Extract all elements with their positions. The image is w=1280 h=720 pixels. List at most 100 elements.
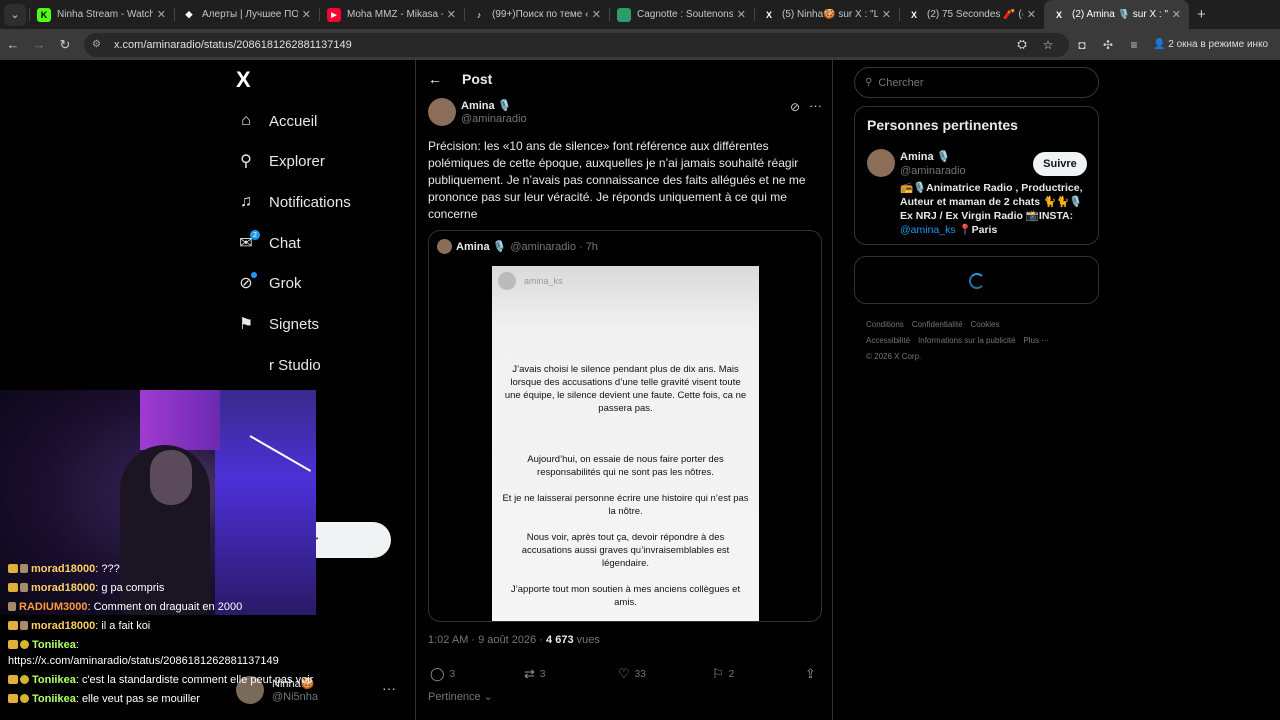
incognito-icon: 👤 [1153,39,1169,50]
quoted-image[interactable]: amina_ks J’avais choisi le silence penda… [492,266,759,621]
close-tab-icon[interactable]: ✕ [447,8,456,21]
reply-button[interactable]: ◯ 3 [430,666,455,682]
search-input[interactable]: ⚲ Chercher [854,67,1099,98]
quoted-author-name: Amina 🎙️ [456,241,507,253]
more-icon[interactable]: ··· [809,98,822,113]
footer-link[interactable]: Informations sur la publicité [918,336,1015,345]
sidebar-item-studio[interactable]: r Studio [236,348,321,382]
footer-links: Conditions Confidentialité Cookies Accessi… [866,317,1096,365]
bell-icon: ♫ [240,193,252,210]
gift-badge-icon [20,621,28,630]
sidebar-item-explorer[interactable]: ⚲ Explorer [236,144,325,178]
like-button[interactable]: ♡ 33 [618,666,646,682]
sidebar-item-notifications[interactable]: ♫ Notifications [236,185,351,219]
right-sidebar: ⚲ Chercher Personnes pertinentes Amina 🎙️… [854,60,1100,720]
bookmark-icon: ⚐ [712,666,724,681]
coin-badge-icon [20,640,29,649]
share-button[interactable]: ⇪ [805,666,821,682]
grok-icon[interactable]: ⊘ [790,100,800,114]
person-bio: 📻🎙️Animatrice Radio , Productrice, Auteu… [900,182,1083,236]
browser-tab-bar: ⌄ KNinha Stream - Watch Liv✕ ◆Алерты | Л… [0,0,1280,29]
search-icon: ⚲ [240,153,252,170]
footer-link[interactable]: Plus ··· [1023,336,1049,345]
person-handle[interactable]: @aminaradio [900,165,966,177]
replies-sort-dropdown[interactable]: Pertinence ⌄ [428,690,493,703]
post-text: Précision: les «10 ans de silence» font … [428,139,806,221]
author-name[interactable]: Amina 🎙️ [461,99,511,112]
sidebar-item-chat[interactable]: ✉ 2 Chat [236,226,301,260]
alerts-icon: ◆ [185,9,193,19]
sub-badge-icon [8,675,18,684]
browser-tab[interactable]: X(2) 75 Secondes 🧨 (@75✕ [899,0,1044,29]
gift-badge-icon [8,602,16,611]
follow-button[interactable]: Suivre [1033,152,1087,176]
chat-message-link[interactable]: https://x.com/aminaradio/status/20861812… [8,655,279,667]
post-meta: 1:02 AM · 9 août 2026 · 4 673 vues [428,634,600,646]
bio-link[interactable]: @amina_ks [900,224,956,236]
close-tab-icon[interactable]: ✕ [737,8,746,21]
tab-search-button[interactable]: ⌄ [4,3,26,26]
footer-link[interactable]: Accessibilité [866,336,910,345]
browser-tab[interactable]: Cagnotte : Soutenons not✕ [609,0,754,29]
new-tab-button[interactable]: + [1197,6,1206,23]
close-tab-icon[interactable]: ✕ [592,8,601,21]
chat-message: RADIUM3000: Comment on draguait en 2000 [8,601,242,613]
bookmark-button[interactable]: ⚐ 2 [712,666,734,682]
close-tab-icon[interactable]: ✕ [882,8,891,21]
author-handle[interactable]: @aminaradio [461,113,527,125]
webcam-light [140,390,220,450]
post-time[interactable]: 1:02 AM · 9 août 2026 [428,634,536,646]
quoted-time: · 7h [578,240,598,253]
back-arrow-icon[interactable]: ← [428,71,442,87]
person-name[interactable]: Amina 🎙️ [900,150,950,163]
sub-badge-icon [8,621,18,630]
footer-link[interactable]: Cookies [971,320,1000,329]
share-icon: ⇪ [805,666,816,681]
reload-icon[interactable]: ↻ [52,37,78,53]
address-bar[interactable]: ⚙ x.com/aminaradio/status/20861812628811… [84,32,1069,57]
incognito-indicator[interactable]: 👤 2 окна в режиме инко [1153,39,1268,50]
close-tab-icon[interactable]: ✕ [1027,8,1036,21]
loading-spinner-icon [969,273,985,289]
translate-icon[interactable]: ⛭ [1009,37,1035,52]
footer-link[interactable]: Confidentialité [912,320,963,329]
sidebar-item-accueil[interactable]: ⌂ Accueil [236,104,317,138]
browser-tab[interactable]: ◆Алерты | Лучшее ПО для✕ [174,0,319,29]
close-tab-icon[interactable]: ✕ [157,8,166,21]
sub-badge-icon [8,694,18,703]
browser-tab[interactable]: KNinha Stream - Watch Liv✕ [29,0,174,29]
gift-badge-icon [20,583,28,592]
coin-badge-icon [20,675,29,684]
close-tab-icon[interactable]: ✕ [302,8,311,21]
author-avatar[interactable] [428,98,456,126]
relevant-people-title: Personnes pertinentes [867,117,1018,133]
extensions-icon[interactable]: ✣ [1095,38,1121,52]
forward-icon[interactable]: → [26,37,52,52]
sidebar-item-signets[interactable]: ⚑ Signets [236,307,319,341]
lens-icon[interactable]: ◘ [1069,38,1095,52]
browser-tab[interactable]: ♪(99+)Поиск по теме «РА✕ [464,0,609,29]
quoted-post[interactable]: Amina 🎙️ @aminaradio · 7h amina_ks J’ava… [428,230,822,622]
sub-badge-icon [8,564,18,573]
story-paragraph: Aujourd’hui, on essaie de nous faire por… [527,454,724,478]
quoted-author-avatar [437,239,452,254]
close-tab-icon[interactable]: ✕ [1172,8,1181,21]
post-column: ← Post Amina 🎙️ @aminaradio ⊘ ··· Précis… [415,60,833,720]
sidebar-item-grok[interactable]: ⊘ Grok [236,266,302,300]
views-count: 4 673 [546,634,574,646]
post-author: Amina 🎙️ @aminaradio ⊘ ··· [428,98,828,128]
star-icon[interactable]: ☆ [1035,38,1061,52]
back-icon[interactable]: ← [0,37,26,52]
x-icon: X [910,9,917,20]
person-avatar[interactable] [867,149,895,177]
grok-icon: ⊘ [236,272,257,293]
browser-tab[interactable]: ▶Moha MMZ - Mikasa - Yo✕ [319,0,464,29]
repost-button[interactable]: ⇄ 3 [524,666,545,682]
x-logo-icon[interactable]: X [236,68,260,92]
browser-tab-active[interactable]: X(2) Amina 🎙️ sur X : "Préc✕ [1044,0,1189,29]
stream-chat-overlay: morad18000: ??? morad18000: g pa compris… [0,560,415,720]
browser-tab[interactable]: X(5) Ninha🍪 sur X : "LE R✕ [754,0,899,29]
footer-link[interactable]: Conditions [866,320,904,329]
site-info-icon[interactable]: ⚙ [92,39,106,50]
media-icon[interactable]: ≡ [1121,38,1147,52]
